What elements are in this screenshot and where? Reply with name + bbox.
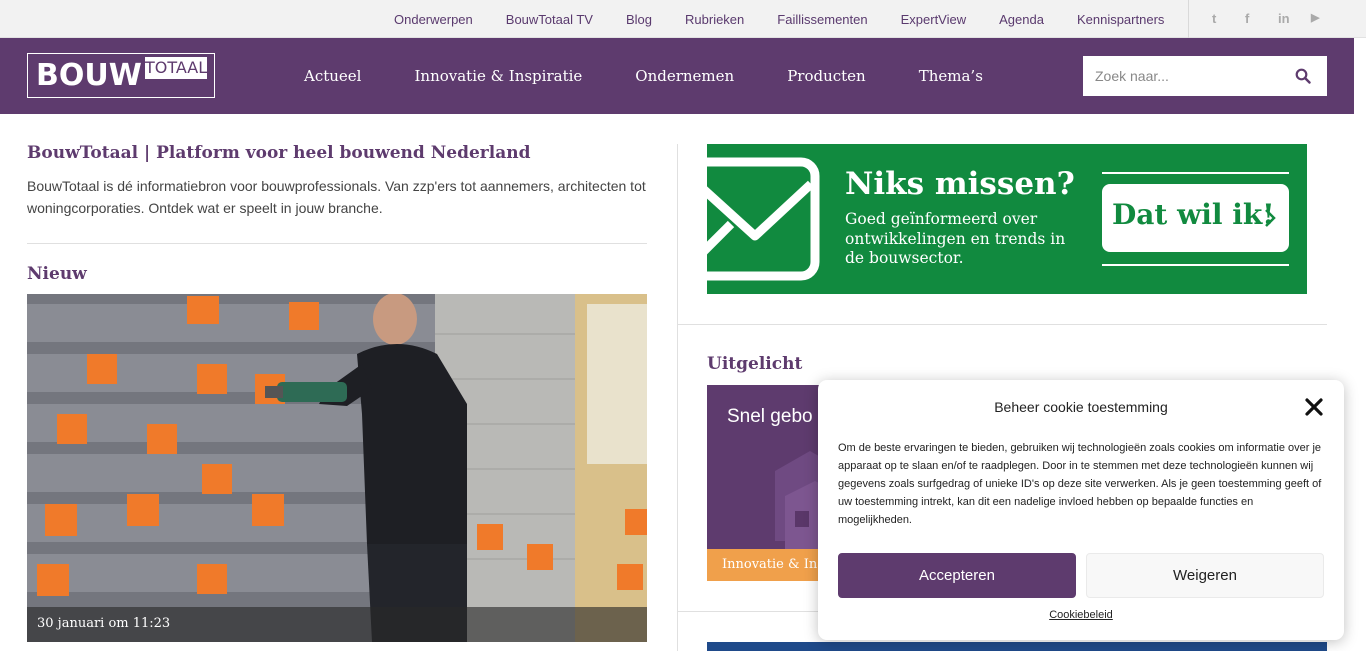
- facebook-icon[interactable]: f: [1245, 11, 1278, 26]
- section-heading-uitgelicht: Uitgelicht: [707, 354, 803, 374]
- cookie-consent-dialog: Beheer cookie toestemming Om de beste er…: [818, 380, 1344, 640]
- banner-rule-top: [1102, 172, 1289, 174]
- topbar-divider: [1188, 0, 1189, 38]
- intro-title: BouwTotaal | Platform voor heel bouwend …: [27, 143, 531, 163]
- featured-article-image[interactable]: 30 januari om 11:23: [27, 294, 647, 642]
- banner-rule-bottom: [1102, 264, 1289, 266]
- newsletter-banner[interactable]: Niks missen? Goed geïnformeerd over ontw…: [707, 144, 1307, 294]
- category-tag-label: Innovatie & Ins: [722, 557, 824, 572]
- cookie-dialog-title: Beheer cookie toestemming: [994, 399, 1168, 415]
- top-utility-bar: Onderwerpen BouwTotaal TV Blog Rubrieken…: [0, 0, 1366, 38]
- toplink-expertview[interactable]: ExpertView: [901, 12, 967, 27]
- logo-text-main: BOUW: [36, 58, 142, 93]
- deny-button[interactable]: Weigeren: [1086, 553, 1324, 598]
- intro-text: BouwTotaal is dé informatiebron voor bou…: [27, 178, 646, 216]
- article-date: 30 januari om 11:23: [37, 616, 171, 631]
- toplink-blog[interactable]: Blog: [626, 12, 652, 27]
- toplink-kennispartners[interactable]: Kennispartners: [1077, 12, 1164, 27]
- close-icon[interactable]: [1304, 397, 1324, 417]
- column-divider: [677, 144, 678, 651]
- section-heading-nieuw: Nieuw: [27, 264, 87, 284]
- featured-card-title: Snel gebo: [727, 406, 813, 427]
- cookie-policy: Cookiebeleid: [818, 609, 1344, 621]
- nav-producten[interactable]: Producten: [787, 67, 866, 85]
- divider: [27, 243, 647, 244]
- main-header: BOUW TOTAAL Actueel Innovatie & Inspirat…: [0, 38, 1354, 114]
- toplink-rubrieken[interactable]: Rubrieken: [685, 12, 744, 27]
- cta-label: Dat wil ik!: [1112, 198, 1275, 231]
- social-links: t f in ▶: [1212, 11, 1344, 26]
- toplink-faillissementen[interactable]: Faillissementen: [777, 12, 867, 27]
- linkedin-icon[interactable]: in: [1278, 11, 1311, 26]
- toplink-agenda[interactable]: Agenda: [999, 12, 1044, 27]
- banner-subtext: Goed geïnformeerd over ontwikkelingen en…: [845, 210, 1066, 267]
- construction-worker-photo: [27, 294, 647, 642]
- site-logo[interactable]: BOUW TOTAAL: [27, 53, 215, 98]
- nav-themas[interactable]: Thema’s: [919, 67, 983, 85]
- divider: [678, 324, 1327, 325]
- logo-text-sub: TOTAAL: [145, 57, 208, 79]
- nav-ondernemen[interactable]: Ondernemen: [635, 67, 734, 85]
- banner-headline: Niks missen?: [845, 166, 1075, 202]
- article-date-bar: 30 januari om 11:23: [27, 607, 647, 642]
- search-input[interactable]: [1083, 56, 1283, 96]
- chevron-right-icon: [1265, 209, 1276, 227]
- newsletter-cta-button[interactable]: Dat wil ik!: [1102, 184, 1289, 252]
- toplink-onderwerpen[interactable]: Onderwerpen: [394, 12, 473, 27]
- cookie-dialog-body: Om de beste ervaringen te bieden, gebrui…: [838, 442, 1322, 526]
- next-article-image[interactable]: [707, 642, 1327, 651]
- main-nav: Actueel Innovatie & Inspiratie Onderneme…: [304, 38, 1036, 114]
- youtube-icon[interactable]: ▶: [1311, 11, 1344, 26]
- nav-actueel[interactable]: Actueel: [304, 67, 361, 85]
- search-icon[interactable]: [1295, 68, 1311, 84]
- cookie-policy-link[interactable]: Cookiebeleid: [1049, 609, 1113, 621]
- toplink-bouwtotaal-tv[interactable]: BouwTotaal TV: [506, 12, 593, 27]
- accept-button[interactable]: Accepteren: [838, 553, 1076, 598]
- top-links: Onderwerpen BouwTotaal TV Blog Rubrieken…: [394, 0, 1164, 38]
- twitter-icon[interactable]: t: [1212, 11, 1245, 26]
- search-box: [1083, 56, 1327, 96]
- nav-innovatie-inspiratie[interactable]: Innovatie & Inspiratie: [414, 67, 582, 85]
